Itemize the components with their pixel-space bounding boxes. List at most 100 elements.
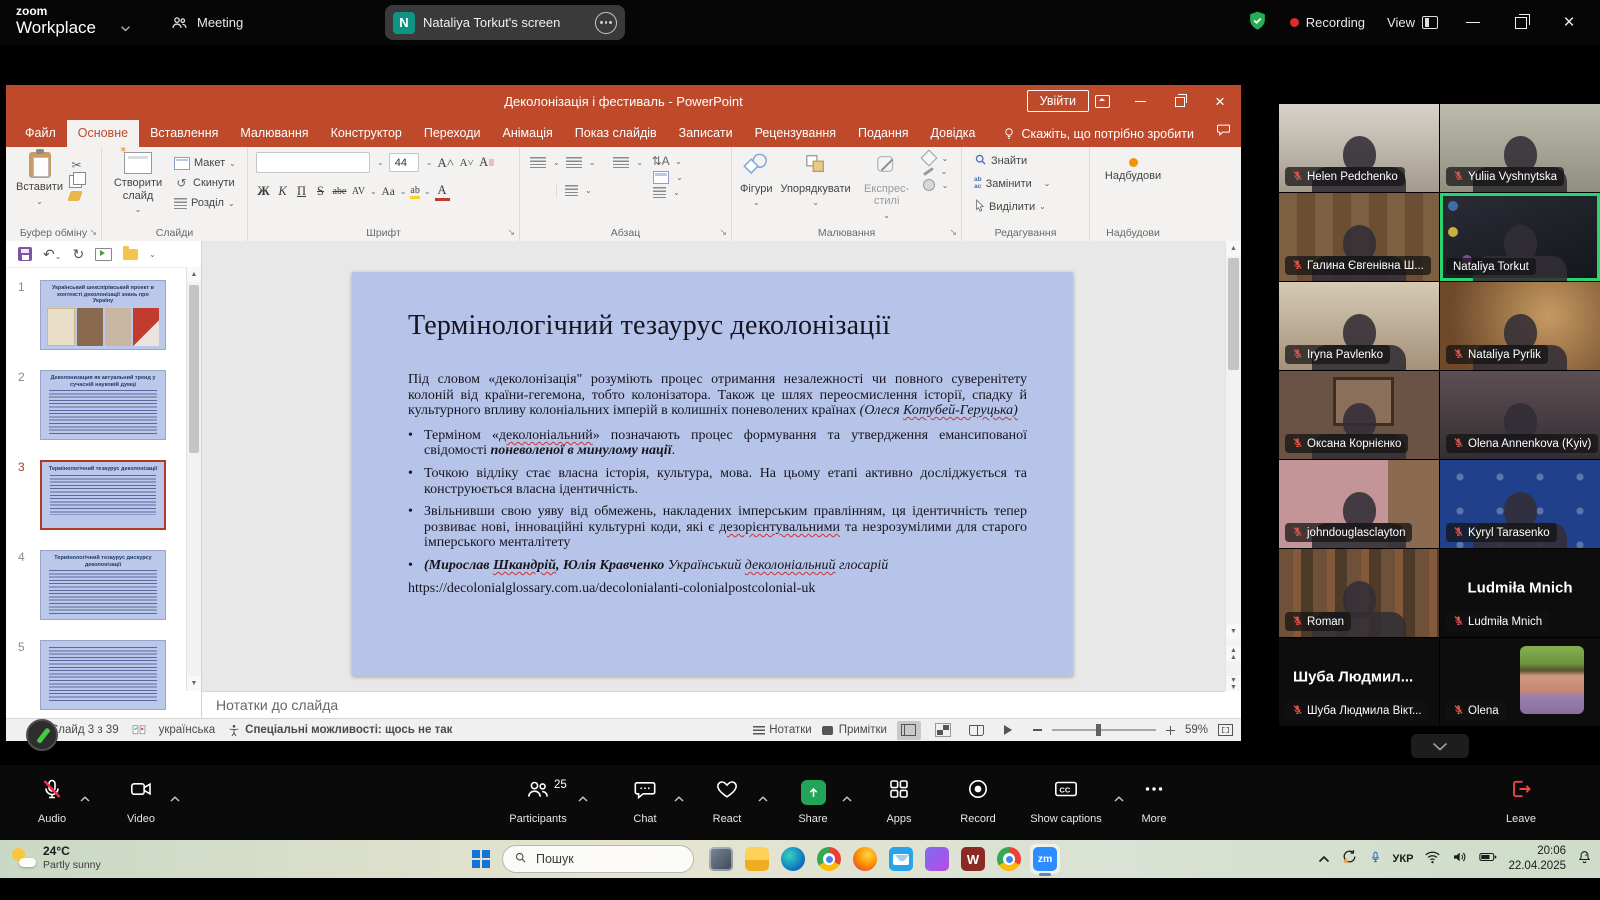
notes-toggle-button[interactable]: Нотатки: [753, 724, 811, 736]
notification-bell-icon[interactable]: z: [1577, 849, 1592, 870]
current-slide[interactable]: Термінологічний тезаурус деколонізації П…: [352, 272, 1073, 676]
chevron-up-icon[interactable]: [170, 789, 180, 807]
participant-tile-7[interactable]: Оксана Корнієнко: [1279, 371, 1439, 459]
thumbnail-preview[interactable]: Український шекспірівський проект в конт…: [40, 280, 166, 350]
reset-button[interactable]: ↺Скинути: [174, 175, 236, 192]
zoom-out-button[interactable]: [1033, 729, 1042, 731]
bullets-icon[interactable]: ⌄: [530, 157, 560, 168]
ribbon-tab-10[interactable]: Рецензування: [744, 120, 847, 147]
thumbnail-scrollbar[interactable]: ▲ ▼: [186, 267, 201, 691]
participant-tile-3[interactable]: Галина Євгенівна Ш...: [1279, 193, 1439, 281]
dialog-launcher-icon[interactable]: ↘: [719, 227, 727, 238]
ribbon-tab-9[interactable]: Записати: [668, 120, 744, 147]
chevron-up-icon[interactable]: [80, 789, 90, 807]
customize-qat-icon[interactable]: ⌄: [149, 250, 156, 259]
gallery-collapse-button[interactable]: [1411, 734, 1469, 758]
redo-icon[interactable]: ↻: [72, 247, 84, 261]
chevron-down-icon[interactable]: [120, 19, 131, 37]
react-button[interactable]: React: [692, 779, 762, 831]
participants-button[interactable]: 25Participants: [494, 779, 582, 831]
font-color-button[interactable]: А: [435, 182, 450, 201]
text-direction-icon[interactable]: ⇅A⌄: [653, 154, 683, 168]
participant-tile-1[interactable]: Helen Pedchenko: [1279, 104, 1439, 192]
participant-tile-11[interactable]: Roman: [1279, 549, 1439, 637]
ribbon-tab-6[interactable]: Переходи: [413, 120, 492, 147]
task-view-taskbar-button[interactable]: [706, 844, 736, 874]
record-button[interactable]: Record: [942, 779, 1014, 831]
ppt-close-button[interactable]: ×: [1203, 85, 1237, 118]
firefox-taskbar-button[interactable]: [850, 844, 880, 874]
participant-tile-13[interactable]: Шуба Людмил...Шуба Людмила Вікт...: [1279, 638, 1439, 726]
weather-widget[interactable]: 24°C Partly sunny: [10, 844, 101, 871]
underline-button[interactable]: П: [294, 184, 309, 200]
select-button[interactable]: Виділити⌄: [974, 198, 1085, 215]
text-shadow-button[interactable]: abe: [332, 184, 347, 200]
browser-taskbar-button[interactable]: [994, 844, 1024, 874]
slideshow-from-start-icon[interactable]: [95, 248, 112, 261]
taskbar-search-input[interactable]: Пошук: [502, 845, 694, 873]
slideshow-view-button[interactable]: [999, 721, 1023, 740]
align-text-icon[interactable]: ⌄: [653, 171, 683, 184]
word-taskbar-button[interactable]: W: [958, 844, 988, 874]
scroll-up-icon[interactable]: ▲: [1226, 241, 1241, 256]
highlight-color-button[interactable]: ab: [410, 185, 419, 199]
annotation-tools-button[interactable]: [26, 719, 58, 751]
language-indicator[interactable]: українська: [159, 724, 216, 736]
wifi-icon[interactable]: [1424, 850, 1441, 869]
scroll-up-icon[interactable]: ▲: [187, 267, 201, 282]
thumbnail-preview[interactable]: Деколонизация як актуальний тренд у суча…: [40, 370, 166, 440]
tab-screen-share[interactable]: N Nataliya Torkut's screen: [385, 5, 625, 40]
zoom-in-button[interactable]: [1166, 726, 1175, 735]
start-button[interactable]: [472, 850, 490, 868]
slide-thumbnail-4[interactable]: 4Термінологічний тезаурус дискурсу декол…: [6, 550, 185, 620]
cut-icon[interactable]: ✂: [69, 158, 84, 172]
clear-formatting-button[interactable]: A: [479, 155, 494, 171]
zoom-app-taskbar-button[interactable]: zm: [1030, 844, 1060, 874]
restore-button[interactable]: [1508, 17, 1534, 29]
tray-chevron-up-icon[interactable]: [1318, 850, 1330, 868]
ribbon-tab-11[interactable]: Подання: [847, 120, 919, 147]
participant-tile-4[interactable]: Nataliya Torkut: [1440, 193, 1600, 281]
change-case-button[interactable]: Aa: [381, 184, 396, 200]
copy-icon[interactable]: [69, 175, 82, 188]
ribbon-tab-2[interactable]: Основне: [67, 120, 139, 147]
save-icon[interactable]: [18, 247, 32, 261]
slide-title[interactable]: Термінологічний тезаурус деколонізації: [408, 310, 1033, 342]
reading-view-button[interactable]: [965, 721, 989, 740]
ribbon-tab-3[interactable]: Вставлення: [139, 120, 229, 147]
scroll-down-icon[interactable]: ▼: [187, 676, 201, 691]
convert-smartart-icon[interactable]: ⌄: [653, 187, 683, 198]
line-spacing-icon[interactable]: ⌄: [613, 157, 643, 168]
file-explorer-taskbar-button[interactable]: [742, 844, 772, 874]
tell-me-box[interactable]: Скажіть, що потрібно зробити: [1003, 127, 1195, 147]
new-slide-button[interactable]: Створити слайд⌄: [110, 152, 166, 214]
dialog-launcher-icon[interactable]: ↘: [949, 227, 957, 238]
share-button[interactable]: Share: [780, 779, 846, 831]
thumbnail-preview[interactable]: Термінологічний тезаурус деколонізації: [40, 460, 166, 530]
slide-thumbnail-5[interactable]: 5: [6, 640, 185, 710]
replace-button[interactable]: abac Замінити⌄: [974, 175, 1085, 192]
ribbon-tab-4[interactable]: Малювання: [229, 120, 319, 147]
previous-slide-icon[interactable]: ▲▲: [1226, 646, 1241, 661]
section-button[interactable]: Розділ⌄: [174, 195, 236, 212]
format-painter-icon[interactable]: [67, 191, 82, 201]
arrange-button[interactable]: Упорядкувати⌄: [780, 152, 850, 207]
participant-tile-12[interactable]: Ludmiła MnichLudmiła Mnich: [1440, 549, 1600, 637]
italic-button[interactable]: К: [275, 184, 290, 200]
ribbon-tab-12[interactable]: Довідка: [920, 120, 987, 147]
ribbon-tab-1[interactable]: Файл: [14, 120, 67, 147]
ribbon-tab-8[interactable]: Показ слайдів: [564, 120, 668, 147]
tab-meeting[interactable]: Meeting: [160, 0, 253, 45]
keyboard-language[interactable]: УКР: [1393, 853, 1414, 865]
participant-tile-8[interactable]: Olena Annenkova (Kyiv): [1440, 371, 1600, 459]
more-options-icon[interactable]: [595, 12, 617, 34]
participant-tile-5[interactable]: Iryna Pavlenko: [1279, 282, 1439, 370]
open-file-icon[interactable]: [123, 249, 138, 260]
clock[interactable]: 20:06 22.04.2025: [1508, 844, 1566, 874]
dialog-launcher-icon[interactable]: ↘: [507, 227, 515, 238]
video-button[interactable]: Video: [108, 779, 174, 831]
slide-scrollbar[interactable]: ▲ ▼ ▲▲ ▼▼: [1225, 241, 1241, 691]
shape-outline-icon[interactable]: ⌄: [923, 167, 949, 176]
slide-thumbnail-1[interactable]: 1Український шекспірівський проект в кон…: [6, 280, 185, 350]
ribbon-tab-5[interactable]: Конструктор: [320, 120, 413, 147]
